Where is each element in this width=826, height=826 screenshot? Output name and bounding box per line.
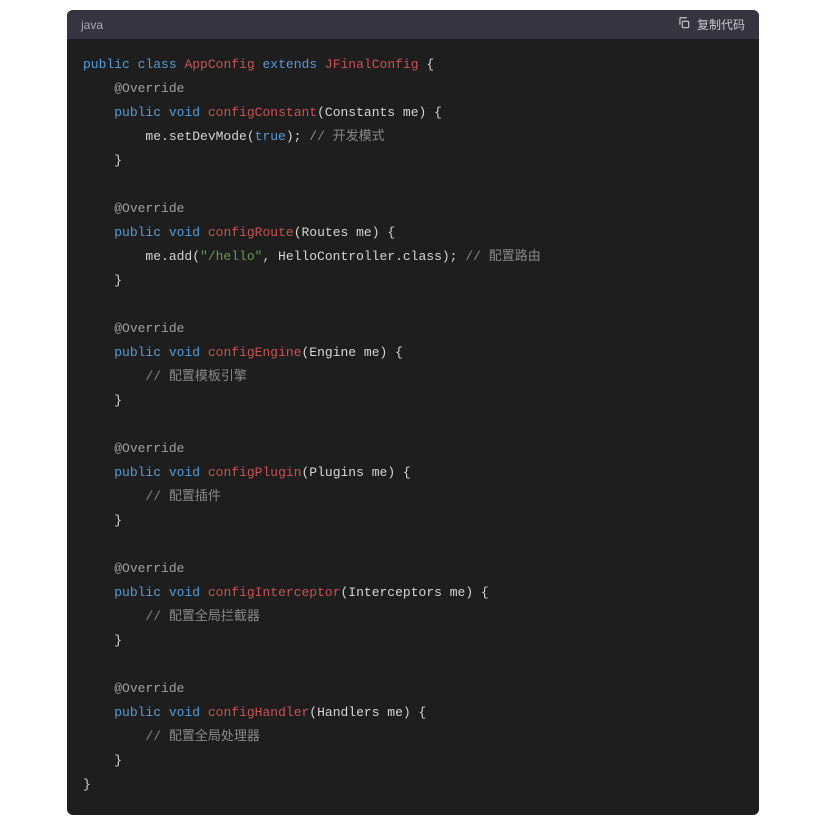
fn-configPlugin: configPlugin (208, 465, 302, 480)
code-block: java 复制代码 public class AppConfig extends… (67, 10, 759, 815)
kw-extends: extends (262, 57, 317, 72)
comment: // 开发模式 (309, 129, 384, 144)
line: ); (286, 129, 309, 144)
annotation: @Override (114, 681, 184, 696)
brace: } (83, 513, 122, 528)
brace: } (83, 393, 122, 408)
kw-public: public (114, 705, 161, 720)
kw-void: void (169, 585, 200, 600)
fn-configConstant: configConstant (208, 105, 317, 120)
kw-public: public (114, 465, 161, 480)
line: me.add( (83, 249, 200, 264)
class-name: AppConfig (184, 57, 254, 72)
fn-configInterceptor: configInterceptor (208, 585, 341, 600)
kw-public: public (114, 105, 161, 120)
code-header: java 复制代码 (67, 10, 759, 39)
brace: } (83, 273, 122, 288)
copy-label: 复制代码 (697, 16, 745, 33)
kw-void: void (169, 345, 200, 360)
brace: } (83, 753, 122, 768)
annotation: @Override (114, 201, 184, 216)
annotation: @Override (114, 81, 184, 96)
string: "/hello" (200, 249, 262, 264)
fn-configRoute: configRoute (208, 225, 294, 240)
comment: // 配置模板引擎 (83, 369, 247, 384)
kw-void: void (169, 705, 200, 720)
kw-public: public (114, 345, 161, 360)
comment: // 配置全局处理器 (83, 729, 260, 744)
base-class: JFinalConfig (325, 57, 419, 72)
literal-true: true (255, 129, 286, 144)
comment: // 配置路由 (465, 249, 540, 264)
params: (Routes me) { (294, 225, 395, 240)
params: (Plugins me) { (302, 465, 411, 480)
fn-configEngine: configEngine (208, 345, 302, 360)
kw-void: void (169, 225, 200, 240)
line: me.setDevMode( (83, 129, 255, 144)
brace: } (83, 633, 122, 648)
kw-void: void (169, 105, 200, 120)
copy-icon (677, 16, 691, 33)
annotation: @Override (114, 441, 184, 456)
params: (Interceptors me) { (341, 585, 489, 600)
kw-public: public (83, 57, 130, 72)
language-label: java (81, 18, 103, 32)
params: (Engine me) { (302, 345, 403, 360)
comment: // 配置全局拦截器 (83, 609, 260, 624)
params: (Handlers me) { (309, 705, 426, 720)
copy-code-button[interactable]: 复制代码 (677, 16, 745, 33)
kw-public: public (114, 585, 161, 600)
brace: } (83, 153, 122, 168)
brace-close-class: } (83, 777, 91, 792)
annotation: @Override (114, 561, 184, 576)
fn-configHandler: configHandler (208, 705, 309, 720)
comment: // 配置插件 (83, 489, 221, 504)
kw-void: void (169, 465, 200, 480)
kw-class: class (138, 57, 177, 72)
kw-public: public (114, 225, 161, 240)
line: , HelloController.class); (262, 249, 465, 264)
annotation: @Override (114, 321, 184, 336)
code-body[interactable]: public class AppConfig extends JFinalCon… (67, 39, 759, 815)
params: (Constants me) { (317, 105, 442, 120)
